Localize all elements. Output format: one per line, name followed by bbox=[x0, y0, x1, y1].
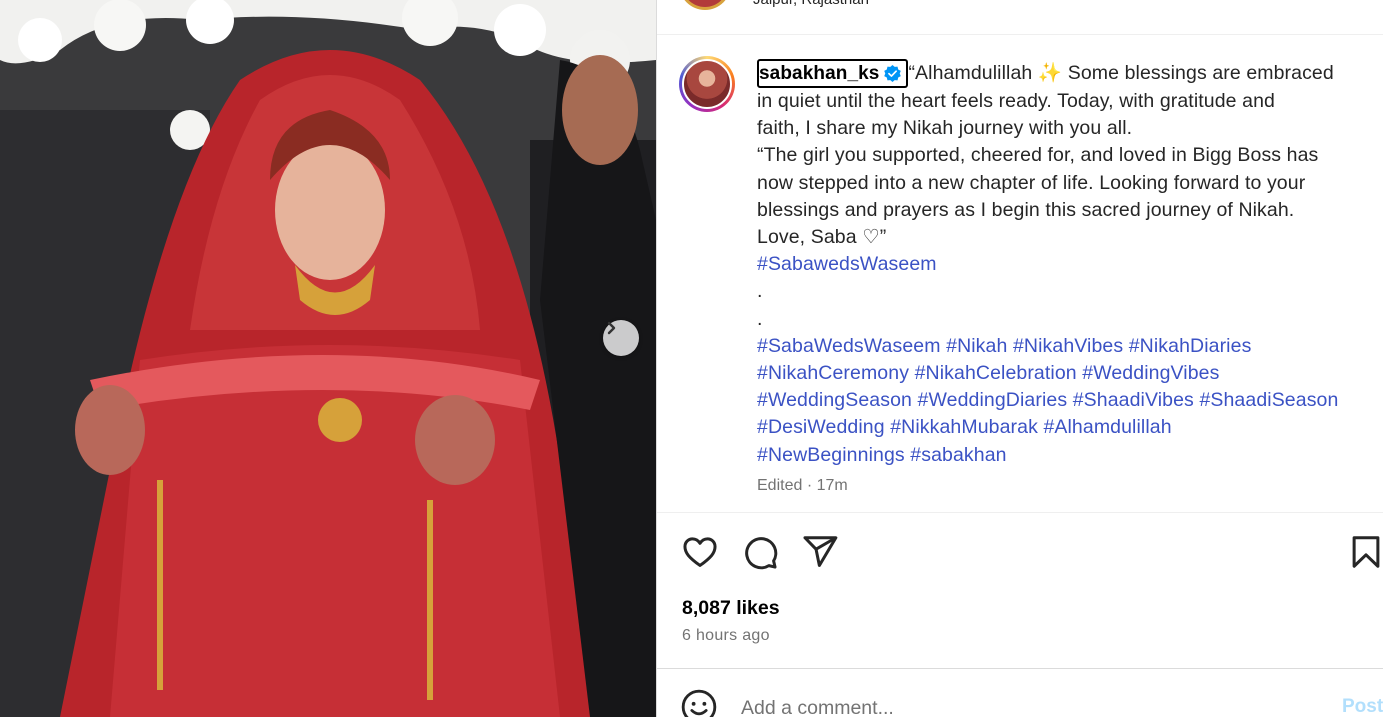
header-avatar[interactable] bbox=[679, 0, 731, 10]
caption-line: faith, I share my Nikah journey with you… bbox=[757, 117, 1133, 140]
hashtag-link[interactable]: #Nikah bbox=[946, 335, 1007, 357]
hashtag-link[interactable]: #WeddingSeason bbox=[757, 389, 912, 411]
post-photo[interactable] bbox=[0, 0, 656, 717]
comment-input[interactable] bbox=[741, 694, 1301, 717]
hashtag-line: #SabaWedsWaseem #Nikah #NikahVibes #Nika… bbox=[757, 333, 1369, 360]
hashtag-link[interactable]: #NewBeginnings bbox=[757, 444, 905, 466]
share-button[interactable] bbox=[801, 533, 839, 571]
username[interactable]: sabakhan_ks bbox=[759, 60, 879, 87]
hashtag-link[interactable]: #SabawedsWaseem bbox=[757, 253, 937, 275]
hashtag-line: #WeddingSeason #WeddingDiaries #ShaadiVi… bbox=[757, 387, 1369, 414]
caption-line: blessings and prayers as I begin this sa… bbox=[757, 198, 1295, 221]
post-details-panel: Jaipur, Rajasthan sabakhan_ks “Alhamduli… bbox=[656, 0, 1383, 717]
divider bbox=[657, 668, 1383, 669]
hashtag-link[interactable]: #ShaadiVibes bbox=[1073, 389, 1194, 411]
like-button[interactable] bbox=[681, 533, 719, 571]
hashtag-link[interactable]: #sabakhan bbox=[910, 444, 1006, 466]
caption-line: now stepped into a new chapter of life. … bbox=[757, 171, 1306, 194]
heart-icon bbox=[683, 537, 717, 567]
caption-line: “The girl you supported, cheered for, an… bbox=[757, 144, 1319, 167]
post-timestamp[interactable]: 6 hours ago bbox=[682, 627, 770, 645]
divider bbox=[657, 34, 1383, 35]
post-location[interactable]: Jaipur, Rajasthan bbox=[753, 0, 869, 8]
hashtag-line: #DesiWedding #NikkahMubarak #Alhamdulill… bbox=[757, 414, 1369, 441]
divider bbox=[657, 512, 1383, 513]
username-link[interactable]: sabakhan_ks bbox=[757, 59, 909, 88]
comment-button[interactable] bbox=[741, 533, 779, 571]
hashtag-line: #NewBeginnings #sabakhan bbox=[757, 442, 1369, 469]
chevron-right-icon bbox=[607, 321, 616, 335]
caption-dot: . bbox=[757, 280, 763, 303]
bookmark-icon bbox=[1352, 536, 1380, 568]
verified-badge-icon bbox=[884, 64, 902, 83]
hashtag-link[interactable]: #NikahDiaries bbox=[1129, 335, 1252, 357]
photo-illustration bbox=[0, 0, 656, 717]
emoji-button[interactable] bbox=[680, 688, 718, 717]
hashtag-link[interactable]: #WeddingDiaries bbox=[918, 389, 1068, 411]
caption-avatar[interactable] bbox=[679, 56, 735, 112]
hashtag-link[interactable]: #ShaadiSeason bbox=[1199, 389, 1338, 411]
save-button[interactable] bbox=[1347, 533, 1383, 571]
hashtag-link[interactable]: #NikkahMubarak bbox=[890, 416, 1038, 438]
hashtag-link[interactable]: #NikahCeremony bbox=[757, 362, 909, 384]
likes-count[interactable]: 8,087 likes bbox=[682, 597, 780, 620]
hashtag-link[interactable]: #Alhamdulillah bbox=[1043, 416, 1171, 438]
caption-line: Love, Saba ♡” bbox=[757, 226, 887, 249]
carousel-next-button[interactable] bbox=[603, 320, 639, 356]
hashtag-link[interactable]: #NikahVibes bbox=[1013, 335, 1123, 357]
smiley-icon bbox=[681, 689, 717, 717]
hashtag-line: #NikahCeremony #NikahCelebration #Weddin… bbox=[757, 360, 1369, 387]
hashtag-link[interactable]: #NikahCelebration bbox=[915, 362, 1077, 384]
comment-icon bbox=[745, 537, 778, 570]
caption: sabakhan_ks “Alhamdulillah ✨ Some blessi… bbox=[757, 59, 1369, 469]
hashtag-link[interactable]: #WeddingVibes bbox=[1082, 362, 1219, 384]
post-comment-button[interactable]: Post bbox=[1342, 696, 1383, 717]
share-icon bbox=[803, 536, 838, 567]
caption-line: “Alhamdulillah ✨ Some blessings are embr… bbox=[908, 62, 1334, 84]
hashtag-link[interactable]: #DesiWedding bbox=[757, 416, 885, 438]
edited-timestamp: Edited · 17m bbox=[757, 477, 848, 494]
caption-line: in quiet until the heart feels ready. To… bbox=[757, 90, 1275, 112]
hashtag-link[interactable]: #SabaWedsWaseem bbox=[757, 335, 941, 357]
caption-dot: . bbox=[757, 307, 763, 330]
